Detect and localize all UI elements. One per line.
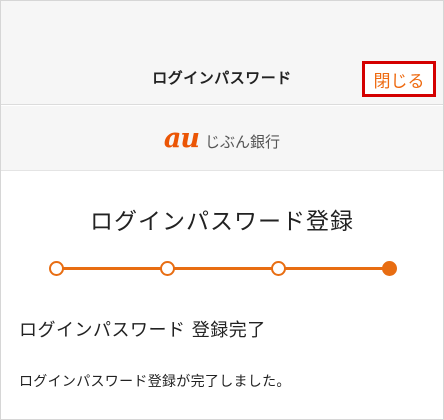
progress-stepper xyxy=(49,260,397,278)
header-bar: ログインパスワード 閉じる xyxy=(1,1,443,105)
page-title: ログインパスワード登録 xyxy=(90,209,354,235)
completion-message: ログインパスワード登録が完了しました。 xyxy=(19,374,291,390)
main-content: ログインパスワード登録 ログインパスワード 登録完了 ログインパスワード登録が完… xyxy=(1,172,443,419)
bank-logo: au じぶん銀行 xyxy=(164,125,280,152)
step-4-dot xyxy=(382,261,397,276)
au-logo-mark: au xyxy=(163,122,200,154)
step-3-dot xyxy=(271,261,286,276)
close-button[interactable]: 閉じる xyxy=(362,61,436,97)
logo-band: au じぶん銀行 xyxy=(1,106,443,171)
step-1-dot xyxy=(49,261,64,276)
section-title: ログインパスワード 登録完了 xyxy=(19,320,266,341)
bank-name-text: じぶん銀行 xyxy=(205,132,281,151)
step-2-dot xyxy=(160,261,175,276)
stepper-line xyxy=(57,267,389,270)
app-frame: ログインパスワード 閉じる au じぶん銀行 ログインパスワード登録 ログインパ… xyxy=(0,0,444,420)
